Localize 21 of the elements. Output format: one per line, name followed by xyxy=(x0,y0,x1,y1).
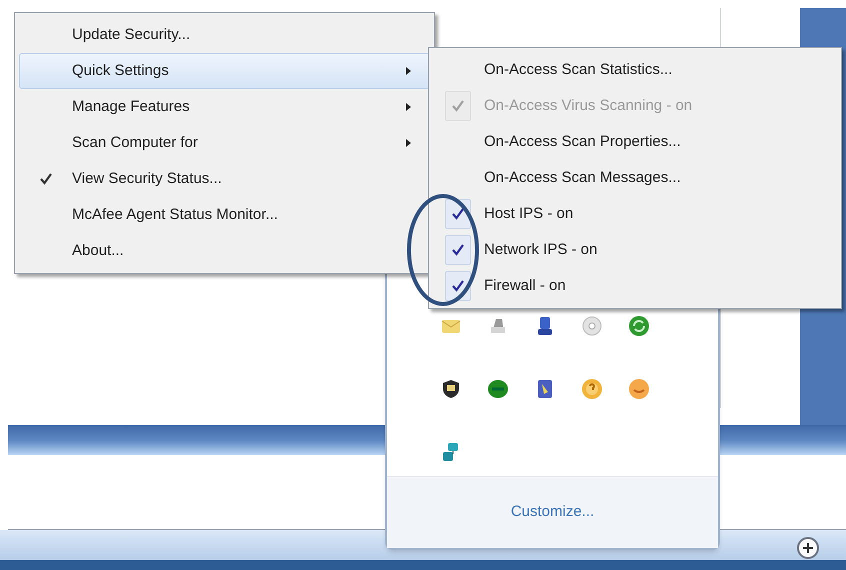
submenu-arrow-icon xyxy=(406,67,411,75)
menu-item[interactable]: Scan Computer for xyxy=(19,125,430,161)
menu-item[interactable]: On-Access Scan Messages... xyxy=(429,160,841,196)
menu-item[interactable]: On-Access Scan Statistics... xyxy=(429,52,841,88)
menu-item[interactable]: About... xyxy=(19,233,430,269)
menu-item[interactable]: Update Security... xyxy=(19,17,430,53)
menu-item[interactable]: Manage Features xyxy=(19,89,430,125)
menu-item[interactable]: McAfee Agent Status Monitor... xyxy=(19,197,430,233)
menu-item[interactable]: Network IPS - on xyxy=(429,232,841,268)
help-icon[interactable] xyxy=(581,378,604,400)
submenu-arrow-icon xyxy=(406,139,411,147)
refresh-icon[interactable] xyxy=(628,315,650,337)
menu-item[interactable]: On-Access Scan Properties... xyxy=(429,124,841,160)
customize-link[interactable]: Customize... xyxy=(510,501,594,524)
submenu-arrow-icon xyxy=(406,103,411,111)
smiley-icon[interactable] xyxy=(628,378,650,400)
menu-item[interactable]: Host IPS - on xyxy=(429,196,841,232)
disc-icon[interactable] xyxy=(581,315,604,337)
menu-item[interactable]: Quick Settings xyxy=(19,53,430,89)
menu-item[interactable]: Firewall - on xyxy=(429,268,841,304)
menu-item[interactable]: View Security Status... xyxy=(19,161,430,197)
